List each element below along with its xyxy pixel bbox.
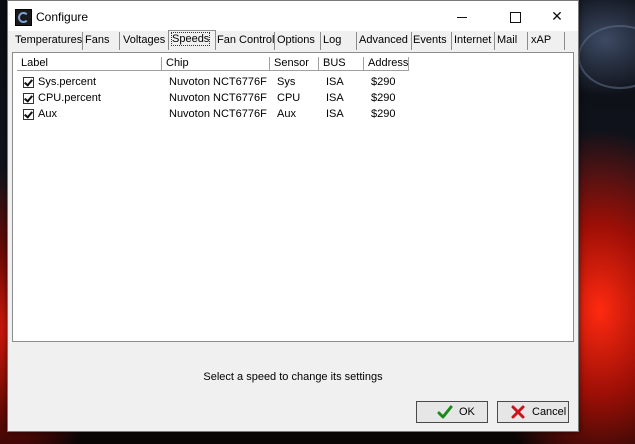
row-label: CPU.percent [38,92,101,104]
cancel-x-icon [511,405,525,419]
tab-mail[interactable]: Mail [494,32,528,50]
list-header: Label Chip Sensor BUS Address [17,57,569,71]
column-header-address[interactable]: Address [364,57,409,71]
maximize-icon [509,11,521,23]
row-sensor: CPU [277,92,301,104]
row-checkbox[interactable] [23,77,34,88]
close-button[interactable]: ✕ [536,1,578,31]
ok-button[interactable]: OK [416,401,488,423]
tab-fans[interactable]: Fans [82,32,120,50]
row-address: $290 [371,92,396,104]
column-header-sensor[interactable]: Sensor [270,57,319,71]
checkmark-icon [437,405,453,419]
column-header-chip[interactable]: Chip [162,57,270,71]
row-chip: Nuvoton NCT6776F [169,76,267,88]
app-icon [15,9,32,26]
tab-temperatures[interactable]: Temperatures [12,32,83,50]
window-title: Configure [36,10,89,24]
row-checkbox[interactable] [23,93,34,104]
ok-button-label: OK [459,406,475,418]
column-header-label[interactable]: Label [17,57,162,71]
cancel-button-label: Cancel [532,406,567,418]
row-bus: ISA [326,108,344,120]
row-chip: Nuvoton NCT6776F [169,92,267,104]
configure-window: Configure ✕ Temperatures Fans Voltages S… [7,0,579,432]
speeds-panel: Label Chip Sensor BUS Address Sys.percen… [12,52,574,342]
tab-strip: Temperatures Fans Voltages Speeds Fan Co… [12,30,578,52]
row-label: Sys.percent [38,76,97,88]
tab-xap[interactable]: xAP [528,32,565,50]
minimize-icon [457,16,467,18]
desktop-wallpaper-ring [578,25,635,89]
title-bar[interactable]: Configure ✕ [8,1,578,31]
row-label: Aux [38,108,57,120]
tab-events[interactable]: Events [410,32,452,50]
tab-voltages[interactable]: Voltages [120,32,169,50]
tab-advanced[interactable]: Advanced [356,32,412,50]
close-icon: ✕ [551,8,563,24]
maximize-button[interactable] [494,1,536,31]
table-row[interactable]: Aux Nuvoton NCT6776F Aux ISA $290 [17,106,569,122]
speeds-list[interactable]: Label Chip Sensor BUS Address Sys.percen… [17,57,569,337]
tab-internet[interactable]: Internet [451,32,495,50]
cancel-button[interactable]: Cancel [497,401,569,423]
tab-options[interactable]: Options [274,32,321,50]
row-bus: ISA [326,76,344,88]
row-sensor: Sys [277,76,296,88]
row-checkbox[interactable] [23,109,34,120]
tab-speeds[interactable]: Speeds [168,30,216,50]
table-row[interactable]: Sys.percent Nuvoton NCT6776F Sys ISA $29… [17,74,569,90]
tab-log[interactable]: Log [320,32,357,50]
column-header-bus[interactable]: BUS [319,57,364,71]
row-chip: Nuvoton NCT6776F [169,108,267,120]
tab-fan-control[interactable]: Fan Control [214,32,275,50]
row-bus: ISA [326,92,344,104]
status-text: Select a speed to change its settings [203,371,383,383]
row-sensor: Aux [277,108,296,120]
table-row[interactable]: CPU.percent Nuvoton NCT6776F CPU ISA $29… [17,90,569,106]
row-address: $290 [371,76,396,88]
row-address: $290 [371,108,396,120]
minimize-button[interactable] [441,1,483,31]
